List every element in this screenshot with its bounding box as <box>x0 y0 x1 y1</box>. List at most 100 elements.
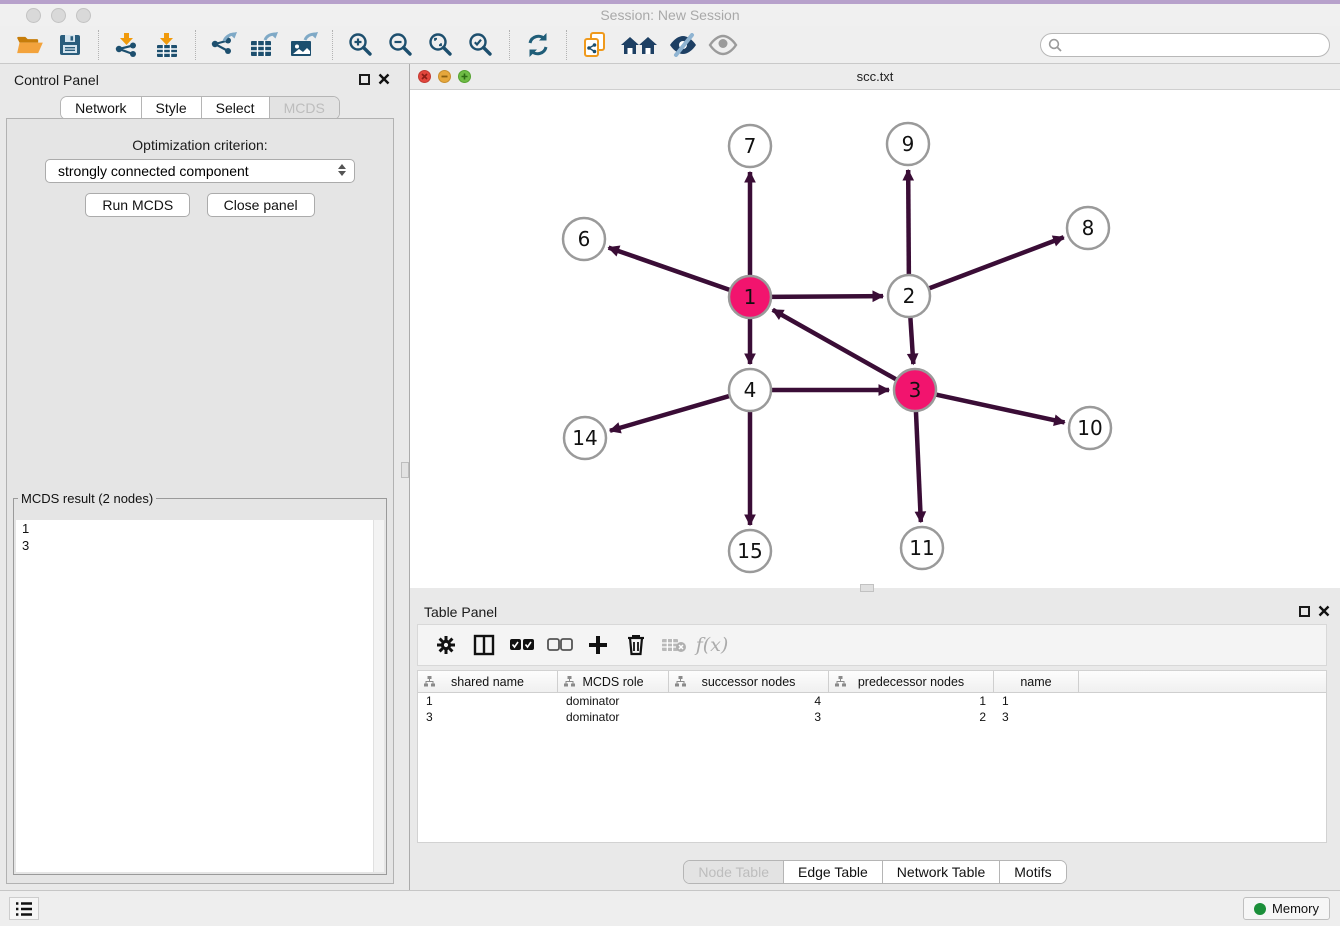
tab-node-table[interactable]: Node Table <box>684 861 784 883</box>
table-panel: Table Panel <box>410 596 1340 890</box>
graph-node-10[interactable]: 10 <box>1069 407 1111 449</box>
graph-edge-3-11[interactable] <box>916 409 921 522</box>
network-titlebar: scc.txt <box>410 64 1340 90</box>
graph-edge-2-8[interactable] <box>927 237 1064 289</box>
columns-icon[interactable] <box>468 629 500 661</box>
graph-node-14[interactable]: 14 <box>564 417 606 459</box>
mcds-result-textarea[interactable]: 1 3 <box>16 520 384 872</box>
mcds-panel-body: Optimization criterion: strongly connect… <box>6 118 394 884</box>
svg-text:3: 3 <box>909 378 922 402</box>
delete-column-icon[interactable] <box>620 629 652 661</box>
zoom-out-icon[interactable] <box>384 29 418 61</box>
tab-edge-table[interactable]: Edge Table <box>784 861 883 883</box>
graph-node-1[interactable]: 1 <box>729 276 771 318</box>
delete-table-icon <box>658 629 690 661</box>
result-scrollbar[interactable] <box>373 520 384 872</box>
mcds-result-title: MCDS result (2 nodes) <box>18 491 156 506</box>
zoom-selected-icon[interactable] <box>464 29 498 61</box>
table-row[interactable]: 1 dominator 4 1 1 <box>418 693 1326 709</box>
vertical-splitter[interactable] <box>400 64 410 890</box>
cell-predecessor-nodes: 2 <box>829 709 994 725</box>
memory-button[interactable]: Memory <box>1243 897 1330 920</box>
add-column-icon[interactable] <box>582 629 614 661</box>
column-type-icon <box>675 676 686 690</box>
float-panel-icon[interactable] <box>359 74 370 85</box>
graph-node-9[interactable]: 9 <box>887 123 929 165</box>
graph-edge-2-3[interactable] <box>910 315 913 364</box>
graph-edge-3-1[interactable] <box>773 310 899 381</box>
optimization-criterion-select[interactable]: strongly connected component <box>45 159 355 183</box>
table-row[interactable]: 3 dominator 3 2 3 <box>418 709 1326 725</box>
network-canvas[interactable]: 7 9 6 8 1 2 4 3 14 10 15 11 <box>410 90 1340 588</box>
memory-label: Memory <box>1272 901 1319 916</box>
criterion-selected-value: strongly connected component <box>58 163 249 179</box>
optimization-criterion-label: Optimization criterion: <box>7 137 393 153</box>
result-line: 1 <box>16 520 384 537</box>
zoom-fit-icon[interactable] <box>424 29 458 61</box>
close-panel-button[interactable]: Close panel <box>207 193 315 217</box>
import-table-icon[interactable] <box>150 29 184 61</box>
select-all-icon[interactable] <box>506 629 538 661</box>
export-network-icon[interactable] <box>207 29 241 61</box>
svg-text:2: 2 <box>903 284 916 308</box>
tab-mcds[interactable]: MCDS <box>270 97 339 119</box>
column-header-successor-nodes[interactable]: successor nodes <box>669 671 829 692</box>
deselect-all-icon[interactable] <box>544 629 576 661</box>
column-header-shared-name[interactable]: shared name <box>418 671 558 692</box>
splitter-grip[interactable] <box>401 462 409 478</box>
graph-node-3[interactable]: 3 <box>894 369 936 411</box>
svg-text:7: 7 <box>744 134 757 158</box>
copy-network-icon[interactable] <box>578 29 612 61</box>
tab-style[interactable]: Style <box>142 97 202 119</box>
graph-node-2[interactable]: 2 <box>888 275 930 317</box>
graph-node-4[interactable]: 4 <box>729 369 771 411</box>
memory-status-dot <box>1254 903 1266 915</box>
export-table-icon[interactable] <box>247 29 281 61</box>
svg-text:6: 6 <box>578 227 591 251</box>
svg-text:11: 11 <box>909 536 934 560</box>
graph-node-11[interactable]: 11 <box>901 527 943 569</box>
graph-edge-2-9[interactable] <box>908 170 909 277</box>
tab-network[interactable]: Network <box>61 97 141 119</box>
cell-mcds-role: dominator <box>558 693 669 709</box>
float-panel-icon[interactable] <box>1299 606 1310 617</box>
import-network-icon[interactable] <box>110 29 144 61</box>
graph-edge-1-6[interactable] <box>609 248 733 291</box>
close-panel-icon[interactable] <box>378 73 390 85</box>
export-image-icon[interactable] <box>287 29 321 61</box>
titlebar: Session: New Session <box>0 4 1340 26</box>
graph-edge-3-10[interactable] <box>934 394 1065 422</box>
column-header-predecessor-nodes[interactable]: predecessor nodes <box>829 671 994 692</box>
tab-network-table[interactable]: Network Table <box>883 861 1000 883</box>
houses-icon[interactable] <box>618 29 660 61</box>
graph-edge-1-2[interactable] <box>769 296 883 297</box>
column-header-name[interactable]: name <box>994 671 1079 692</box>
zoom-in-icon[interactable] <box>344 29 378 61</box>
search-input[interactable] <box>1040 33 1330 57</box>
svg-text:1: 1 <box>744 285 757 309</box>
gear-icon[interactable] <box>430 629 462 661</box>
graph-node-7[interactable]: 7 <box>729 125 771 167</box>
status-bar: Memory <box>0 890 1340 926</box>
tab-motifs[interactable]: Motifs <box>1000 861 1065 883</box>
run-mcds-button[interactable]: Run MCDS <box>85 193 190 217</box>
graph-node-6[interactable]: 6 <box>563 218 605 260</box>
svg-text:9: 9 <box>902 132 915 156</box>
close-panel-icon[interactable] <box>1318 605 1330 617</box>
refresh-icon[interactable] <box>521 29 555 61</box>
tab-select[interactable]: Select <box>202 97 270 119</box>
open-session-icon[interactable] <box>13 29 47 61</box>
svg-text:10: 10 <box>1077 416 1102 440</box>
graph-node-8[interactable]: 8 <box>1067 207 1109 249</box>
cell-mcds-role: dominator <box>558 709 669 725</box>
graph-edge-4-14[interactable] <box>610 395 732 430</box>
application-window: Session: New Session <box>0 0 1340 926</box>
table-header-row: shared name MCDS role successor nodes pr… <box>418 671 1326 693</box>
toolbar-separator <box>195 30 196 60</box>
network-bottom-grip[interactable] <box>860 584 874 592</box>
graph-node-15[interactable]: 15 <box>729 530 771 572</box>
column-header-mcds-role[interactable]: MCDS role <box>558 671 669 692</box>
save-session-icon[interactable] <box>53 29 87 61</box>
hide-selected-icon[interactable] <box>666 29 700 61</box>
task-history-button[interactable] <box>9 897 39 920</box>
